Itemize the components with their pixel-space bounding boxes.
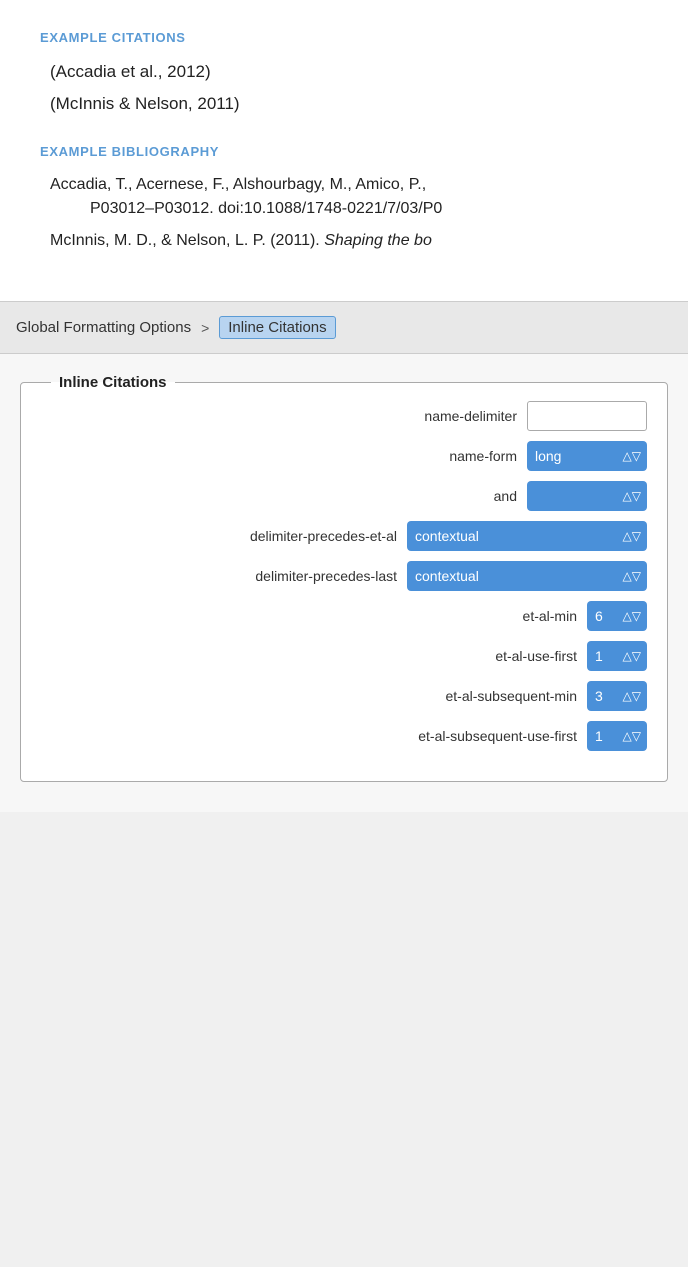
et-al-use-first-select[interactable]: 1 2 3 4 5 xyxy=(587,641,647,671)
delimiter-precedes-et-al-select[interactable]: contextual always never after-inverted-n… xyxy=(407,521,647,551)
et-al-subsequent-use-first-wrapper: 1 2 3 4 5 △▽ xyxy=(587,721,647,751)
name-delimiter-input[interactable] xyxy=(527,401,647,431)
delimiter-precedes-last-select-wrapper: contextual always never after-inverted-n… xyxy=(407,561,647,591)
name-form-label: name-form xyxy=(297,448,517,464)
citation-item-1: (Accadia et al., 2012) xyxy=(50,59,648,85)
bibliography-item-2: McInnis, M. D., & Nelson, L. P. (2011). … xyxy=(50,229,648,253)
bibliography-list: Accadia, T., Acernese, F., Alshourbagy, … xyxy=(50,173,648,253)
citation-item-2: (McInnis & Nelson, 2011) xyxy=(50,91,648,117)
top-panel: EXAMPLE CITATIONS (Accadia et al., 2012)… xyxy=(0,0,688,302)
et-al-subsequent-use-first-label: et-al-subsequent-use-first xyxy=(357,728,577,744)
et-al-use-first-label: et-al-use-first xyxy=(357,648,577,664)
name-form-select-wrapper: long short count △▽ xyxy=(527,441,647,471)
et-al-min-label: et-al-min xyxy=(357,608,577,624)
name-form-row: name-form long short count △▽ xyxy=(41,441,647,471)
et-al-use-first-row: et-al-use-first 1 2 3 4 5 △▽ xyxy=(41,641,647,671)
and-label: and xyxy=(297,488,517,504)
delimiter-precedes-last-row: delimiter-precedes-last contextual alway… xyxy=(41,561,647,591)
et-al-min-wrapper: 6 1 2 3 4 5 7 8 △▽ xyxy=(587,601,647,631)
name-delimiter-label: name-delimiter xyxy=(297,408,517,424)
name-form-select[interactable]: long short count xyxy=(527,441,647,471)
inline-citations-fieldset: Inline Citations name-delimiter name-for… xyxy=(20,374,668,782)
et-al-subsequent-min-label: et-al-subsequent-min xyxy=(357,688,577,704)
and-select[interactable]: symbol text xyxy=(527,481,647,511)
bibliography-item-1: Accadia, T., Acernese, F., Alshourbagy, … xyxy=(50,173,648,221)
breadcrumb-bar: Global Formatting Options > Inline Citat… xyxy=(0,302,688,354)
name-delimiter-row: name-delimiter xyxy=(41,401,647,431)
et-al-subsequent-use-first-row: et-al-subsequent-use-first 1 2 3 4 5 △▽ xyxy=(41,721,647,751)
delimiter-precedes-et-al-row: delimiter-precedes-et-al contextual alwa… xyxy=(41,521,647,551)
fieldset-legend: Inline Citations xyxy=(51,374,175,391)
citation-list: (Accadia et al., 2012) (McInnis & Nelson… xyxy=(50,59,648,116)
delimiter-precedes-last-select[interactable]: contextual always never after-inverted-n… xyxy=(407,561,647,591)
breadcrumb-current[interactable]: Inline Citations xyxy=(219,316,335,339)
delimiter-precedes-et-al-label: delimiter-precedes-et-al xyxy=(177,528,397,544)
example-bibliography-label: EXAMPLE BIBLIOGRAPHY xyxy=(40,144,648,159)
example-citations-label: EXAMPLE CITATIONS xyxy=(40,30,648,45)
et-al-min-select[interactable]: 6 1 2 3 4 5 7 8 xyxy=(587,601,647,631)
and-row: and symbol text △▽ xyxy=(41,481,647,511)
et-al-use-first-wrapper: 1 2 3 4 5 △▽ xyxy=(587,641,647,671)
breadcrumb-arrow: > xyxy=(201,320,209,336)
form-panel: Inline Citations name-delimiter name-for… xyxy=(0,354,688,812)
delimiter-precedes-last-label: delimiter-precedes-last xyxy=(177,568,397,584)
et-al-subsequent-use-first-select[interactable]: 1 2 3 4 5 xyxy=(587,721,647,751)
et-al-subsequent-min-select[interactable]: 3 1 2 4 5 xyxy=(587,681,647,711)
delimiter-precedes-et-al-select-wrapper: contextual always never after-inverted-n… xyxy=(407,521,647,551)
breadcrumb-parent[interactable]: Global Formatting Options xyxy=(16,319,191,336)
et-al-subsequent-min-row: et-al-subsequent-min 3 1 2 4 5 △▽ xyxy=(41,681,647,711)
et-al-subsequent-min-wrapper: 3 1 2 4 5 △▽ xyxy=(587,681,647,711)
and-select-wrapper: symbol text △▽ xyxy=(527,481,647,511)
et-al-min-row: et-al-min 6 1 2 3 4 5 7 8 △▽ xyxy=(41,601,647,631)
